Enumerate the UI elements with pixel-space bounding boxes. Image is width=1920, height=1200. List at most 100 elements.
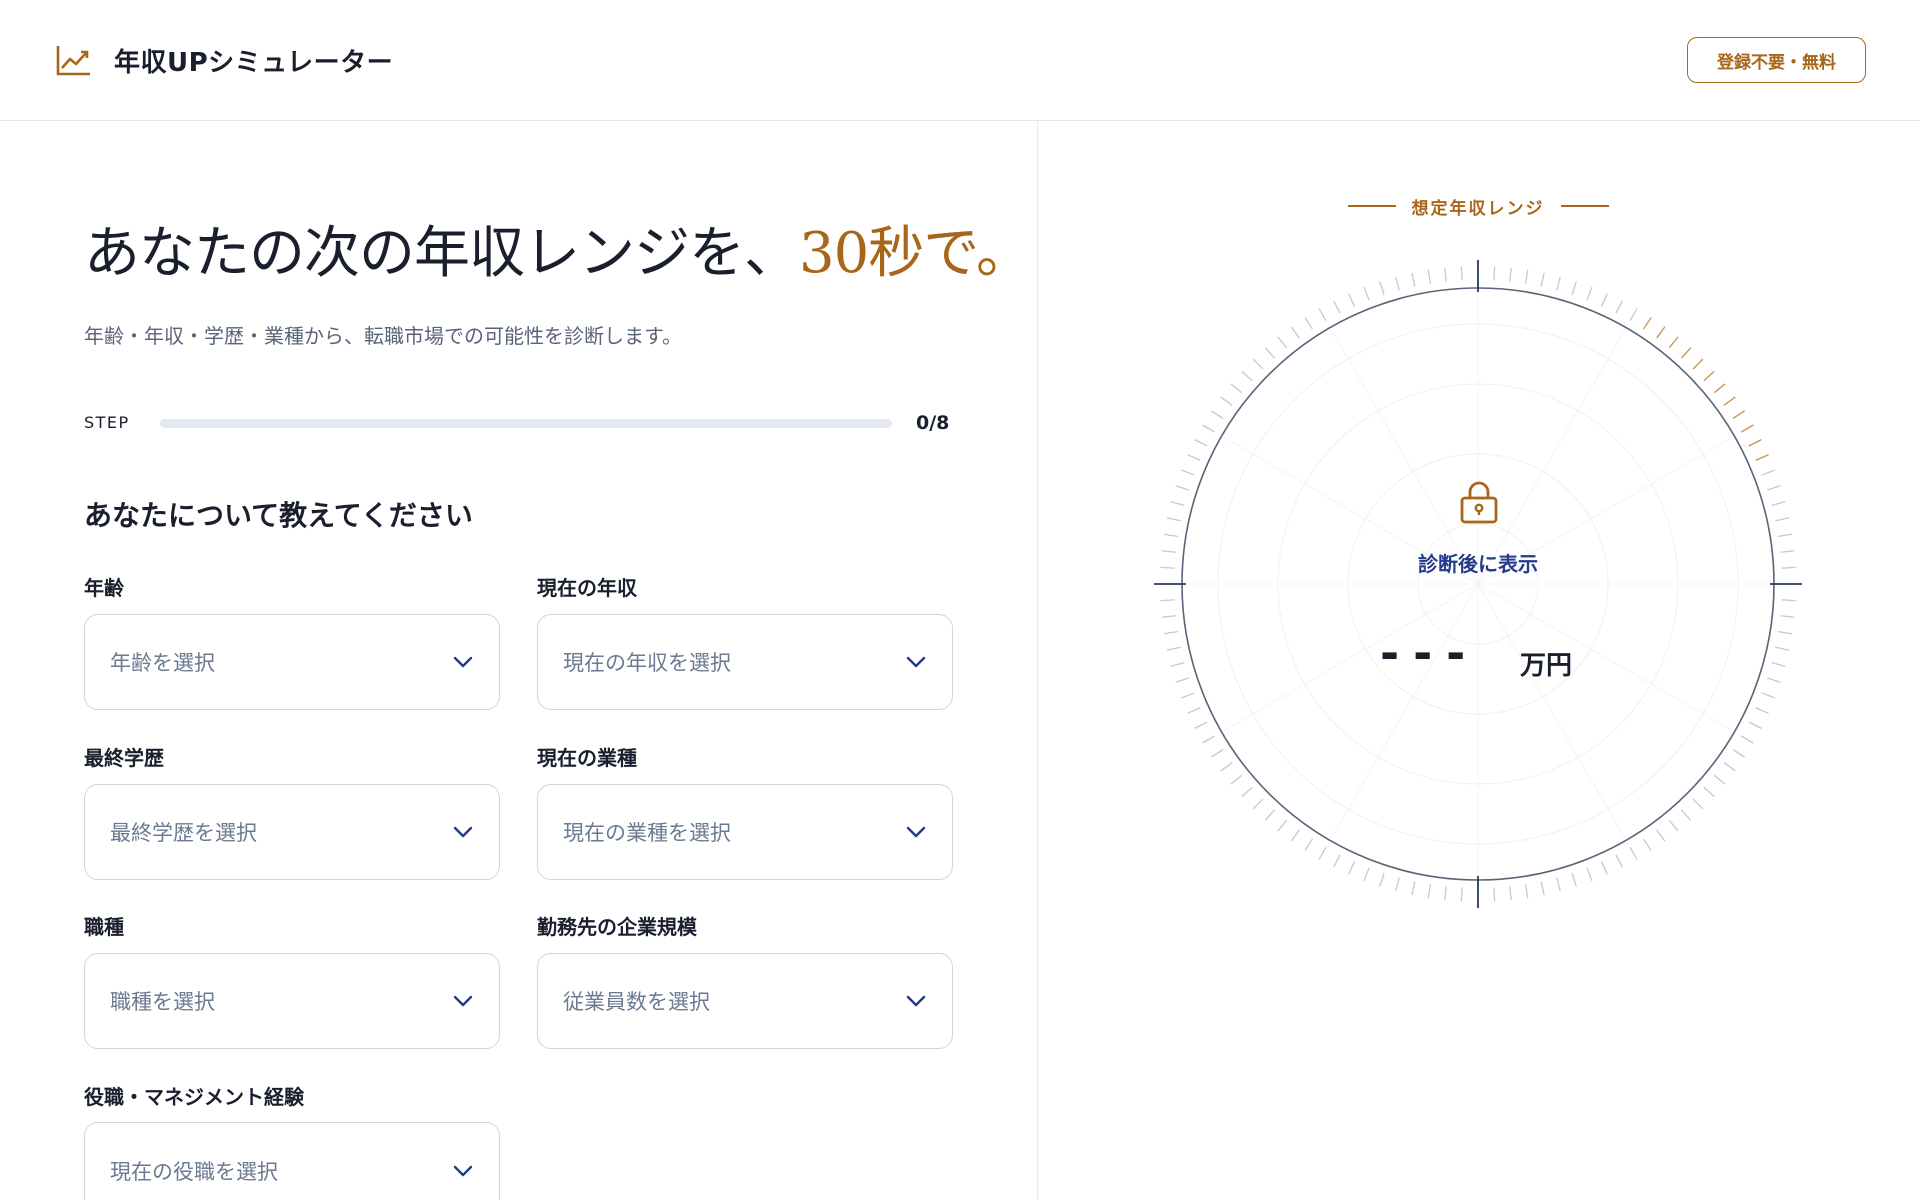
gauge-tick	[1755, 707, 1769, 714]
gauge-tick	[1493, 266, 1496, 281]
gauge-tick	[1194, 439, 1208, 447]
gauge-tick	[1615, 300, 1623, 314]
gauge-tick	[1395, 877, 1400, 892]
gauge-tick	[1427, 269, 1432, 284]
gauge-tick	[1556, 276, 1561, 291]
gauge-tick	[1163, 533, 1178, 538]
gauge-tick	[1703, 786, 1715, 798]
chevron-down-icon	[453, 656, 473, 668]
step-count: 0/8	[916, 412, 950, 434]
gauge-tick	[1304, 838, 1313, 852]
gauge-tick	[1379, 281, 1385, 296]
app-header: 年収UPシミュレーター 登録不要・無料	[0, 0, 1920, 121]
gauge-tick	[1411, 881, 1416, 896]
gauge-tick	[1444, 267, 1447, 282]
gauge-tick	[1161, 615, 1176, 618]
job-type-label: 職種	[84, 915, 124, 939]
gauge-tick	[1781, 599, 1796, 602]
industry-select-placeholder: 現在の業種を選択	[563, 821, 731, 845]
gauge-tick	[1692, 798, 1704, 810]
gauge-tick	[1304, 316, 1313, 330]
hero-headline-main: あなたの次の年収レンジを、	[84, 221, 800, 286]
gauge-tick	[1524, 884, 1529, 899]
chevron-down-icon	[453, 1165, 473, 1177]
gauge-tick	[1766, 485, 1781, 491]
grid-spoke	[1477, 583, 1733, 732]
gauge-unit: 万円	[1520, 651, 1573, 681]
gauge-tick	[1194, 721, 1208, 729]
gauge-tick	[1180, 692, 1195, 699]
gauge-tick	[1509, 886, 1512, 901]
title-rule-left	[1347, 205, 1396, 207]
gauge-tick	[1166, 646, 1181, 651]
company-size-select[interactable]: 従業員数を選択	[537, 953, 953, 1049]
gauge-tick	[1160, 599, 1175, 602]
gauge-tick	[1175, 485, 1190, 491]
gauge-tick	[1395, 276, 1400, 291]
gauge-tick	[1230, 774, 1243, 785]
age-select-placeholder: 年齢を選択	[110, 651, 215, 675]
gauge-tick	[1252, 798, 1264, 810]
gauge-tick	[1601, 293, 1608, 307]
gauge-tick	[1220, 396, 1233, 406]
gauge-tick	[1163, 630, 1178, 635]
gauge-tick	[1241, 370, 1253, 382]
gauge-tick	[1180, 469, 1195, 476]
gauge-tick	[1755, 454, 1769, 461]
industry-label: 現在の業種	[537, 746, 637, 770]
gauge-tick	[1264, 809, 1276, 821]
step-label: STEP	[84, 413, 130, 432]
gauge-tick	[1427, 884, 1432, 899]
gauge-tick	[1713, 383, 1726, 394]
gauge-tick	[1732, 410, 1746, 419]
gauge-tick	[1161, 550, 1176, 553]
gauge-tick	[1460, 887, 1463, 902]
app-title: 年収UPシミュレーター	[114, 48, 394, 78]
gauge-tick	[1775, 517, 1790, 522]
gauge-tick	[1781, 566, 1796, 569]
gauge-tick	[1761, 469, 1776, 476]
chevron-down-icon	[453, 826, 473, 838]
gauge-tick	[1643, 838, 1652, 852]
position-label: 役職・マネジメント経験	[84, 1085, 304, 1109]
gauge-title: 想定年収レンジ	[1340, 193, 1616, 219]
gauge-tick	[1509, 267, 1512, 282]
gauge-tick	[1723, 762, 1736, 772]
gauge-tick	[1601, 861, 1608, 875]
gauge-tick	[1264, 347, 1276, 359]
gauge-tick	[1571, 281, 1577, 296]
gauge-tick	[1732, 749, 1746, 758]
column-divider	[1037, 121, 1038, 1200]
current-income-select-placeholder: 現在の年収を選択	[563, 651, 731, 675]
gauge-tick	[1524, 269, 1529, 284]
position-select[interactable]: 現在の役職を選択	[84, 1122, 500, 1200]
current-income-label: 現在の年収	[537, 576, 637, 600]
gauge-tick	[1170, 662, 1185, 667]
grid-spoke	[1330, 583, 1479, 839]
education-label: 最終学歴	[84, 746, 164, 770]
industry-select[interactable]: 現在の業種を選択	[537, 784, 953, 880]
gauge-tick	[1411, 272, 1416, 287]
hero-headline-accent: 30秒で。	[799, 221, 1032, 286]
job-type-select[interactable]: 職種を選択	[84, 953, 500, 1049]
age-select[interactable]: 年齢を選択	[84, 614, 500, 710]
free-no-registration-badge[interactable]: 登録不要・無料	[1687, 37, 1866, 83]
gauge-tick	[1748, 439, 1762, 447]
gauge-tick	[1778, 533, 1793, 538]
gauge-tick	[1187, 454, 1201, 461]
form-title: あなたについて教えてください	[84, 499, 473, 532]
job-type-select-placeholder: 職種を選択	[110, 990, 215, 1014]
gauge-tick	[1290, 326, 1300, 339]
chevron-down-icon	[906, 995, 926, 1007]
current-income-select[interactable]: 現在の年収を選択	[537, 614, 953, 710]
education-select[interactable]: 最終学歴を選択	[84, 784, 500, 880]
gauge-tick	[1656, 829, 1666, 842]
gauge-tick	[1166, 517, 1181, 522]
education-select-placeholder: 最終学歴を選択	[110, 821, 257, 845]
gauge-tick	[1629, 846, 1638, 860]
hero-headline: あなたの次の年収レンジを、30秒で。	[84, 208, 1032, 289]
gauge-tick	[1775, 646, 1790, 651]
title-rule-right	[1560, 205, 1609, 207]
gauge-tick	[1187, 707, 1201, 714]
gauge-tick	[1170, 501, 1185, 506]
